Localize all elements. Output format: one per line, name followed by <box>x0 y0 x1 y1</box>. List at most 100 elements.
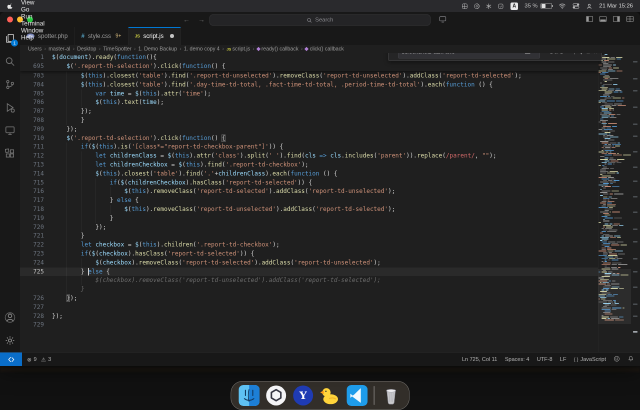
dock-vscode-icon[interactable] <box>347 385 368 406</box>
dock-finder-icon[interactable] <box>239 385 260 406</box>
notifications-bell-icon[interactable] <box>628 356 635 364</box>
code-line[interactable]: 728}); <box>20 312 598 321</box>
find-in-selection-button[interactable]: ≡ <box>586 53 590 56</box>
layout-customize-icon[interactable] <box>626 16 634 26</box>
back-button[interactable]: ← <box>183 16 190 24</box>
close-find-button[interactable]: × <box>594 53 598 56</box>
menu-extra-3-icon[interactable] <box>486 3 493 10</box>
remote-indicator[interactable] <box>0 353 22 367</box>
code-line[interactable]: 695 $('.report-th-selection').click(func… <box>20 62 598 71</box>
code-line[interactable]: 722 let checkbox = $(this).children('.re… <box>20 241 598 250</box>
code-line[interactable]: 724 $(checkbox).removeClass('report-td-s… <box>20 258 598 267</box>
panel-bottom-icon[interactable] <box>599 16 607 26</box>
activity-run-and-debug-icon[interactable] <box>0 96 20 119</box>
code-editor[interactable]: 1$(document).ready(function(){695 $('.re… <box>20 53 640 352</box>
regex-toggle[interactable]: .* <box>533 53 536 55</box>
previous-match-button[interactable]: ↑ <box>573 53 576 56</box>
apple-menu-icon[interactable] <box>7 2 17 10</box>
menu-terminal[interactable]: Terminal <box>17 20 52 27</box>
cursor-position[interactable]: Ln 725, Col 11 <box>462 357 497 363</box>
activity-source-control-icon[interactable] <box>0 73 20 96</box>
panel-left-icon[interactable] <box>586 16 594 26</box>
menu-help[interactable]: Help <box>17 34 52 41</box>
screencast-icon[interactable] <box>439 16 447 26</box>
ghost-suggestion-line[interactable]: $(checkbox).removeClass('report-td-unsel… <box>20 276 598 285</box>
code-line[interactable]: 714 $(this).closest('table').find('.'+ch… <box>20 169 598 178</box>
breadcrumb-item[interactable]: TimeSpotter <box>103 46 131 52</box>
overview-ruler[interactable] <box>631 53 640 352</box>
control-center-icon[interactable] <box>573 3 580 9</box>
dock-trash-icon[interactable] <box>380 385 401 406</box>
toggle-replace-chevron[interactable]: › <box>393 53 395 55</box>
code-line[interactable]: 705 var time = $(this).attr('time'); <box>20 89 598 98</box>
code-line[interactable]: 704 $(this).closest('table').find('.day-… <box>20 80 598 89</box>
breadcrumb-item[interactable]: master-al <box>48 46 70 52</box>
battery-indicator[interactable]: 35 % <box>525 3 553 9</box>
code-line[interactable]: 720 }); <box>20 223 598 232</box>
whole-word-toggle[interactable]: ab <box>525 53 530 55</box>
code-line[interactable]: 717 } else { <box>20 196 598 205</box>
code-line[interactable]: 715 if($(childrenCheckbox).hasClass('rep… <box>20 178 598 187</box>
code-line[interactable]: 727 <box>20 303 598 312</box>
indentation[interactable]: Spaces: 4 <box>505 357 529 363</box>
menu-extra-4-icon[interactable] <box>498 3 505 10</box>
panel-right-icon[interactable] <box>613 16 621 26</box>
code-line[interactable]: 716 $(this).removeClass('report-td-selec… <box>20 187 598 196</box>
tab-script-js[interactable]: JSscript.js <box>128 27 181 45</box>
code-line[interactable]: 710 $('.report-td-selection').click(func… <box>20 134 598 143</box>
breadcrumb-item[interactable]: 1. Demo Backup <box>138 46 177 52</box>
code-line[interactable]: 719 } <box>20 214 598 223</box>
activity-extensions-icon[interactable] <box>0 142 20 165</box>
menu-window[interactable]: Window <box>17 27 52 34</box>
code-lines[interactable]: 703 $(this).closest('table').find('.repo… <box>20 72 598 330</box>
code-line[interactable]: 707 }); <box>20 107 598 116</box>
modified-dot-icon[interactable] <box>170 34 174 38</box>
dock-chatgpt-icon[interactable] <box>266 385 287 406</box>
breadcrumb-item[interactable]: Users <box>28 46 42 52</box>
breadcrumb-item[interactable]: 1. demo copy 4 <box>184 46 220 52</box>
eol-sequence[interactable]: LF <box>560 357 566 363</box>
code-line[interactable]: 708 } <box>20 116 598 125</box>
menu-clock[interactable]: 21 Mar 15:26 <box>599 3 633 9</box>
code-line[interactable]: 712 let childrenClass = $(this).attr('cl… <box>20 152 598 161</box>
breadcrumb-item[interactable]: Desktop <box>77 46 96 52</box>
close-window-button[interactable] <box>7 17 13 23</box>
dock-duck-icon[interactable] <box>320 385 341 406</box>
next-match-button[interactable]: ↓ <box>580 53 583 56</box>
code-line[interactable]: 709 }); <box>20 125 598 134</box>
problems-indicator[interactable]: ⊗ 9 ⚠ 3 <box>27 356 51 363</box>
feedback-smiley-icon[interactable] <box>614 356 621 364</box>
activity-search-icon[interactable] <box>0 50 20 73</box>
match-case-toggle[interactable]: Aa <box>517 53 523 55</box>
activity-accounts-icon[interactable] <box>0 306 20 329</box>
user-icon[interactable] <box>586 3 593 10</box>
code-line[interactable]: 729 <box>20 321 598 330</box>
wifi-icon[interactable] <box>559 3 567 9</box>
code-line[interactable]: 713 let childrenCheckbox = $(this).find(… <box>20 160 598 169</box>
ghost-suggestion-line[interactable]: } <box>20 285 598 294</box>
activity-remote-explorer-icon[interactable] <box>0 119 20 142</box>
code-line[interactable]: 726 }); <box>20 294 598 303</box>
activity-manage-icon[interactable] <box>0 329 20 352</box>
menu-extra-1-icon[interactable] <box>462 3 469 10</box>
find-input[interactable]: screenshots-task-text Aa ab .* <box>398 53 540 58</box>
code-line[interactable]: 706 $(this).text(time); <box>20 98 598 107</box>
code-line[interactable]: 721 } <box>20 232 598 241</box>
breadcrumb-item[interactable]: ready() callback <box>257 46 299 52</box>
command-center-search[interactable]: Search <box>210 15 431 26</box>
menu-extra-2-icon[interactable] <box>474 3 481 10</box>
breadcrumb-item[interactable]: click() callback <box>305 46 344 52</box>
code-line[interactable]: 725 } else { <box>20 267 598 276</box>
input-source-icon[interactable]: A <box>511 2 519 10</box>
tab-style-css[interactable]: #style.css9+ <box>75 27 129 45</box>
code-line[interactable]: 718 $(this).removeClass('report-td-unsel… <box>20 205 598 214</box>
language-mode[interactable]: { } JavaScript <box>574 357 606 363</box>
code-line[interactable]: 703 $(this).closest('table').find('.repo… <box>20 72 598 81</box>
encoding[interactable]: UTF-8 <box>537 357 553 363</box>
menu-go[interactable]: Go <box>17 6 52 13</box>
breadcrumb[interactable]: Users›master-al›Desktop›TimeSpotter›1. D… <box>20 45 640 53</box>
code-line[interactable]: 711 if($(this).is('[class*="report-td-ch… <box>20 143 598 152</box>
minimap-viewport[interactable] <box>598 269 631 324</box>
breadcrumb-item[interactable]: JSscript.js <box>226 46 250 52</box>
code-line[interactable]: 723 if($(checkbox).hasClass('report-td-s… <box>20 249 598 258</box>
